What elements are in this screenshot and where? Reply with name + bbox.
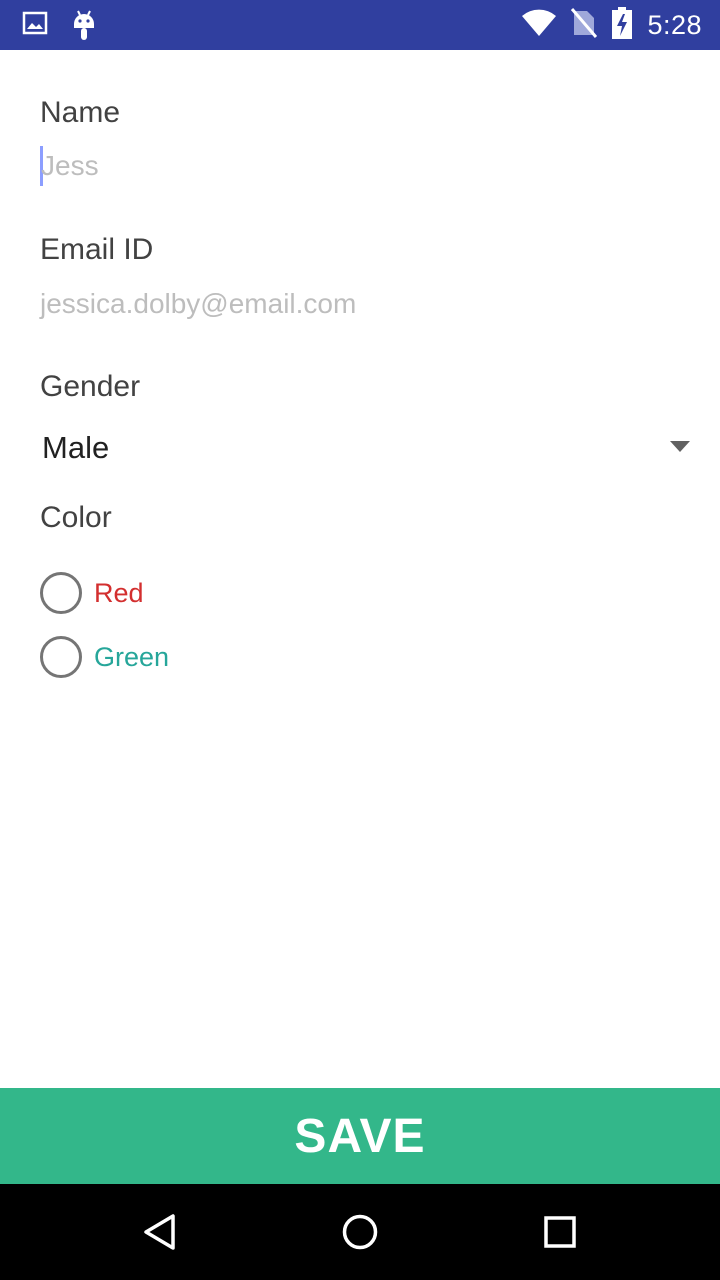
home-icon[interactable]: [336, 1208, 384, 1256]
image-icon: [22, 10, 48, 41]
email-label: Email ID: [40, 233, 154, 266]
radio-button-icon[interactable]: [40, 636, 82, 678]
back-icon[interactable]: [136, 1208, 184, 1256]
name-label: Name: [40, 96, 121, 129]
radio-label-green: Green: [94, 641, 170, 672]
save-button[interactable]: SAVE: [0, 1088, 720, 1184]
radio-button-icon[interactable]: [40, 572, 82, 614]
battery-charging-icon: [611, 6, 633, 45]
android-icon: [70, 8, 98, 47]
navigation-bar: [0, 1184, 720, 1280]
status-icons: 5:28: [507, 0, 702, 50]
status-time: 5:28: [647, 9, 702, 40]
name-input[interactable]: Jess: [41, 150, 99, 182]
gender-selected-value: Male: [42, 430, 110, 465]
radio-red[interactable]: Red: [40, 571, 144, 615]
recents-icon[interactable]: [536, 1208, 584, 1256]
status-bar: 5:28: [0, 0, 720, 50]
color-label: Color: [40, 501, 112, 534]
email-input[interactable]: jessica.dolby@email.com: [40, 288, 356, 320]
app-screen: 5:28 Name Jess Email ID jessica.dolby@em…: [0, 0, 720, 1280]
radio-green[interactable]: Green: [40, 635, 169, 679]
gender-dropdown[interactable]: Male: [40, 425, 700, 475]
dropdown-arrow-icon: [670, 441, 690, 452]
radio-label-red: Red: [94, 577, 144, 608]
no-sim-icon: [571, 7, 598, 44]
gender-label: Gender: [40, 370, 141, 403]
wifi-icon: [521, 8, 557, 43]
